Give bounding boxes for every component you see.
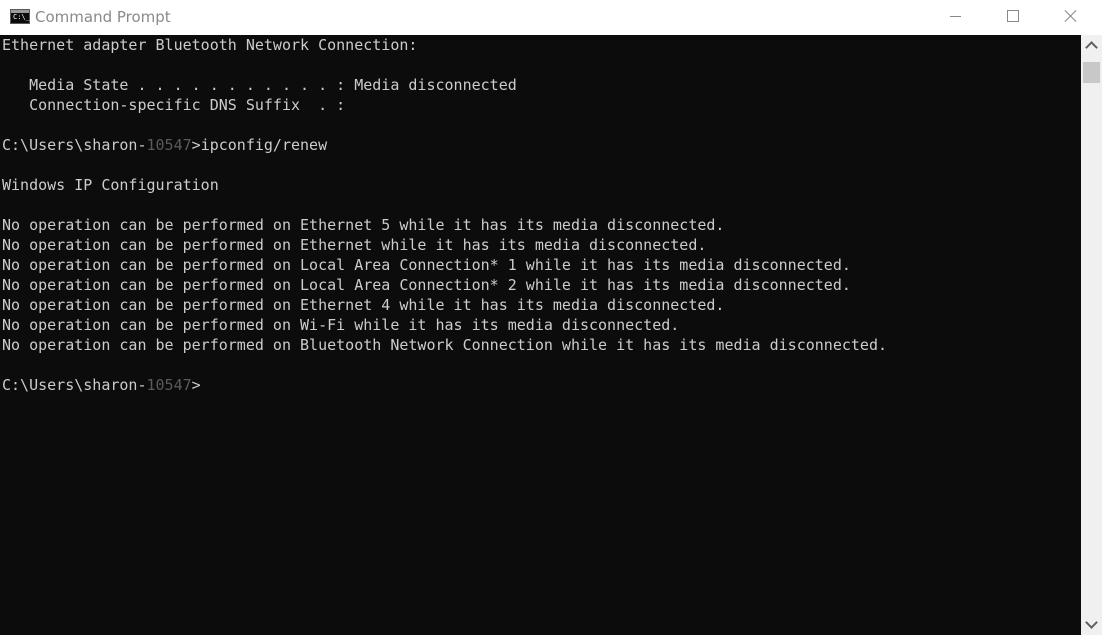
- close-icon: [1064, 9, 1078, 23]
- console-line: Ethernet adapter Bluetooth Network Conne…: [2, 36, 418, 54]
- console-line: No operation can be performed on Wi-Fi w…: [2, 316, 680, 334]
- minimize-button[interactable]: [926, 0, 984, 32]
- minimize-icon: [949, 15, 961, 17]
- console-line: Connection-specific DNS Suffix . :: [2, 96, 346, 114]
- prompt-path: C:\Users\sharon-: [2, 376, 147, 394]
- console-output[interactable]: Ethernet adapter Bluetooth Network Conne…: [0, 35, 1081, 635]
- vertical-scrollbar[interactable]: [1081, 35, 1102, 635]
- prompt-user-id: 10547: [146, 376, 192, 394]
- maximize-icon: [1007, 10, 1019, 22]
- scroll-down-button[interactable]: [1081, 615, 1102, 635]
- scroll-up-button[interactable]: [1081, 35, 1102, 55]
- scroll-thumb[interactable]: [1083, 62, 1100, 83]
- window-title: Command Prompt: [35, 8, 171, 26]
- prompt-line: C:\Users\sharon-10547>: [2, 375, 887, 395]
- maximize-button[interactable]: [984, 0, 1042, 32]
- console-line: No operation can be performed on Etherne…: [2, 216, 725, 234]
- console-line: No operation can be performed on Etherne…: [2, 236, 707, 254]
- prompt-user-id: 10547: [146, 136, 192, 154]
- prompt-path: C:\Users\sharon-: [2, 136, 147, 154]
- console-line: No operation can be performed on Etherne…: [2, 296, 725, 314]
- title-bar[interactable]: C:\_ Command Prompt: [0, 0, 1102, 35]
- command-text: ipconfig/renew: [200, 136, 328, 154]
- console-line: No operation can be performed on Local A…: [2, 256, 851, 274]
- chevron-down-icon: [1085, 616, 1098, 629]
- close-button[interactable]: [1042, 0, 1100, 32]
- console-line: No operation can be performed on Local A…: [2, 276, 851, 294]
- prompt-line: C:\Users\sharon-10547>ipconfig/renew: [2, 135, 887, 155]
- prompt-symbol: >: [191, 376, 201, 394]
- console-line: Windows IP Configuration: [2, 176, 219, 194]
- console-line: No operation can be performed on Bluetoo…: [2, 336, 888, 354]
- chevron-up-icon: [1085, 41, 1098, 54]
- prompt-symbol: >: [191, 136, 201, 154]
- console-lines: Ethernet adapter Bluetooth Network Conne…: [2, 35, 887, 395]
- cmd-icon: C:\_: [10, 9, 30, 24]
- console-line: Media State . . . . . . . . . . . : Medi…: [2, 76, 517, 94]
